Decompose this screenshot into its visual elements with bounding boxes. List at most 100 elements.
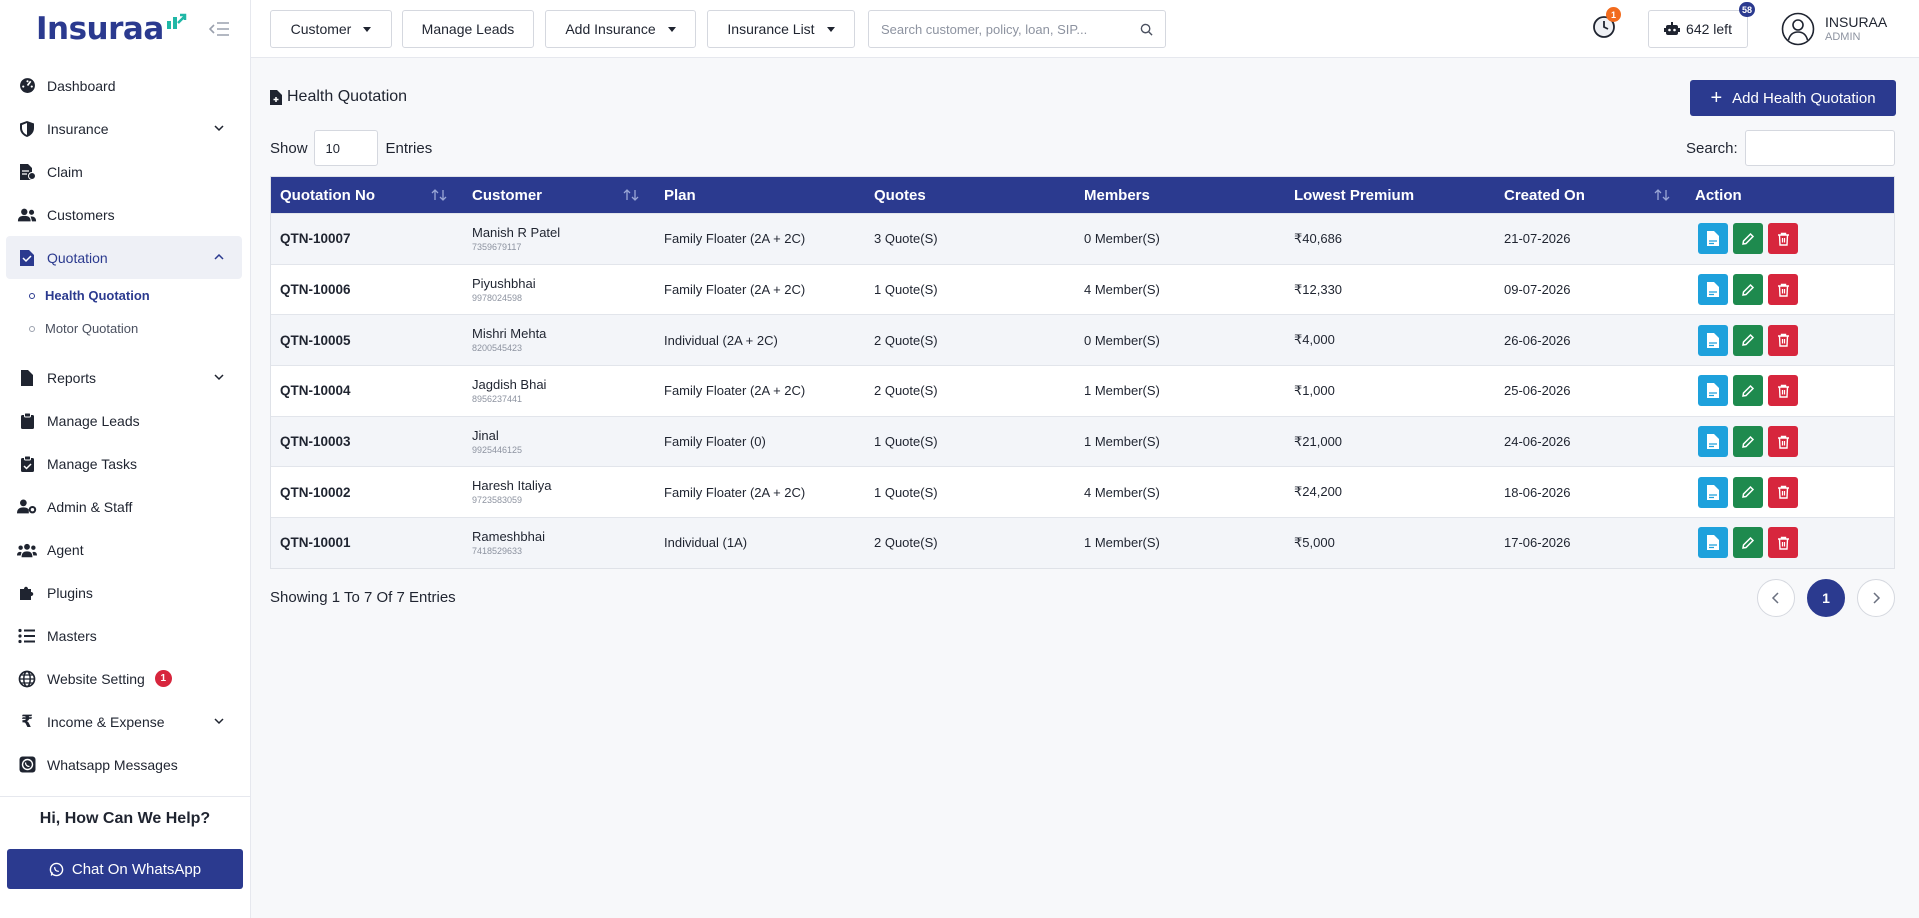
previous-page-button[interactable] bbox=[1757, 579, 1795, 617]
customer-cell: Piyushbhai 9978024598 bbox=[463, 276, 655, 304]
quotation-no[interactable]: QTN-10003 bbox=[271, 434, 463, 449]
view-pdf-button[interactable] bbox=[1698, 274, 1728, 306]
sidebar-item-manage-leads[interactable]: Manage Leads bbox=[0, 399, 250, 442]
view-pdf-button[interactable] bbox=[1698, 476, 1728, 508]
column-header-created-on[interactable]: Created On bbox=[1495, 177, 1686, 213]
sidebar-item-income-expense[interactable]: ₹ Income & Expense bbox=[0, 700, 250, 743]
created-on-cell: 09-07-2026 bbox=[1504, 282, 1571, 298]
sidebar-item-label: Claim bbox=[47, 163, 83, 180]
sidebar-item-whatsapp-messages[interactable]: Whatsapp Messages bbox=[0, 743, 250, 786]
quotation-no[interactable]: QTN-10007 bbox=[271, 231, 463, 246]
pencil-icon bbox=[1741, 333, 1755, 347]
sidebar-item-label: Whatsapp Messages bbox=[47, 756, 178, 773]
collapse-sidebar-icon[interactable] bbox=[208, 19, 232, 39]
entries-label: Entries bbox=[385, 139, 433, 157]
sidebar-item-label: Admin & Staff bbox=[47, 498, 133, 515]
delete-button[interactable] bbox=[1768, 426, 1798, 458]
delete-button[interactable] bbox=[1768, 274, 1798, 306]
sidebar-item-website-setting[interactable]: Website Setting 1 bbox=[0, 657, 250, 700]
edit-button[interactable] bbox=[1733, 527, 1763, 559]
plan-cell: Family Floater (2A + 2C) bbox=[664, 484, 806, 500]
user-role: ADMIN bbox=[1825, 31, 1861, 43]
entries-value: 10 bbox=[325, 140, 340, 156]
action-cell bbox=[1686, 223, 1886, 255]
page-button[interactable]: 1 bbox=[1807, 579, 1845, 617]
members-cell: 1 Member(S) bbox=[1084, 535, 1160, 551]
sidebar-item-admin-staff[interactable]: Admin & Staff bbox=[0, 485, 250, 528]
table-search-input[interactable] bbox=[1744, 130, 1895, 166]
pdf-file-icon bbox=[1706, 282, 1720, 298]
column-header-members: Members bbox=[1075, 177, 1285, 213]
file-medical-icon bbox=[270, 89, 282, 105]
view-pdf-button[interactable] bbox=[1698, 324, 1728, 356]
sidebar-item-quotation[interactable]: Quotation bbox=[6, 236, 242, 279]
quotation-no[interactable]: QTN-10005 bbox=[271, 333, 463, 348]
search-icon bbox=[1140, 23, 1153, 36]
edit-button[interactable] bbox=[1733, 375, 1763, 407]
quotation-no[interactable]: QTN-10002 bbox=[271, 485, 463, 500]
column-header-label: Quotes bbox=[874, 186, 926, 204]
credits-button[interactable]: 642 left 58 bbox=[1648, 2, 1756, 48]
quotation-no[interactable]: QTN-10004 bbox=[271, 383, 463, 398]
column-header-label: Lowest Premium bbox=[1294, 186, 1415, 204]
insurance-list-dropdown[interactable]: Insurance List bbox=[707, 10, 855, 48]
help-title: Hi, How Can We Help? bbox=[39, 810, 211, 827]
plan-cell: Family Floater (2A + 2C) bbox=[664, 282, 806, 298]
shield-icon bbox=[17, 119, 37, 139]
delete-button[interactable] bbox=[1768, 223, 1798, 255]
quotation-no[interactable]: QTN-10001 bbox=[271, 535, 463, 550]
edit-button[interactable] bbox=[1733, 476, 1763, 508]
delete-button[interactable] bbox=[1768, 476, 1798, 508]
sidebar-item-dashboard[interactable]: Dashboard bbox=[0, 64, 250, 107]
premium-cell: ₹24,200 bbox=[1294, 484, 1343, 500]
user-menu[interactable]: INSURAA ADMIN bbox=[1781, 10, 1887, 48]
quotes-cell: 2 Quote(S) bbox=[874, 332, 938, 348]
view-pdf-button[interactable] bbox=[1698, 223, 1728, 255]
table-info: Showing 1 To 7 Of 7 Entries bbox=[270, 589, 456, 606]
add-insurance-dropdown[interactable]: Add Insurance bbox=[545, 10, 696, 48]
delete-button[interactable] bbox=[1768, 324, 1798, 356]
top-bar: Customer Manage Leads Add Insurance Insu… bbox=[251, 0, 1919, 58]
sidebar-item-claim[interactable]: Claim bbox=[0, 150, 250, 193]
customer-dropdown[interactable]: Customer bbox=[270, 10, 392, 48]
edit-button[interactable] bbox=[1733, 274, 1763, 306]
global-search-input[interactable]: Search customer, policy, loan, SIP... bbox=[868, 10, 1166, 48]
delete-button[interactable] bbox=[1768, 527, 1798, 559]
sidebar-item-agent[interactable]: Agent bbox=[0, 528, 250, 571]
sidebar-subitem-health-quotation[interactable]: Health Quotation bbox=[0, 279, 250, 312]
reminders-button[interactable]: 1 bbox=[1591, 7, 1621, 42]
sidebar-subitem-motor-quotation[interactable]: Motor Quotation bbox=[0, 312, 250, 345]
brand-logo[interactable]: Insuraa bbox=[36, 11, 187, 47]
search-placeholder: Search customer, policy, loan, SIP... bbox=[881, 21, 1088, 37]
column-header-quotes: Quotes bbox=[865, 177, 1075, 213]
sidebar-item-insurance[interactable]: Insurance bbox=[0, 107, 250, 150]
plan-cell: Family Floater (0) bbox=[664, 434, 766, 450]
chat-on-whatsapp-button[interactable]: Chat On WhatsApp bbox=[7, 849, 243, 889]
next-page-button[interactable] bbox=[1857, 579, 1895, 617]
quotation-no[interactable]: QTN-10006 bbox=[271, 282, 463, 297]
members-cell: 4 Member(S) bbox=[1084, 484, 1160, 500]
view-pdf-button[interactable] bbox=[1698, 375, 1728, 407]
sidebar-item-manage-tasks[interactable]: Manage Tasks bbox=[0, 442, 250, 485]
delete-button[interactable] bbox=[1768, 375, 1798, 407]
manage-leads-button[interactable]: Manage Leads bbox=[402, 10, 534, 48]
view-pdf-button[interactable] bbox=[1698, 426, 1728, 458]
entries-select[interactable]: 10 bbox=[313, 130, 378, 166]
view-pdf-button[interactable] bbox=[1698, 527, 1728, 559]
column-header-quotation-no[interactable]: Quotation No bbox=[271, 177, 463, 213]
edit-button[interactable] bbox=[1733, 324, 1763, 356]
chevron-left-icon bbox=[1771, 592, 1779, 604]
customer-phone: 7359679117 bbox=[472, 241, 522, 252]
sidebar-item-plugins[interactable]: Plugins bbox=[0, 571, 250, 614]
trash-icon bbox=[1777, 435, 1790, 449]
edit-button[interactable] bbox=[1733, 223, 1763, 255]
column-header-customer[interactable]: Customer bbox=[463, 177, 655, 213]
manage-leads-label: Manage Leads bbox=[421, 21, 515, 37]
sidebar-item-reports[interactable]: Reports bbox=[0, 356, 250, 399]
sidebar-item-label: Customers bbox=[47, 206, 115, 223]
add-health-quotation-button[interactable]: + Add Health Quotation bbox=[1690, 80, 1896, 116]
pencil-icon bbox=[1741, 435, 1755, 449]
sidebar-item-customers[interactable]: Customers bbox=[0, 193, 250, 236]
edit-button[interactable] bbox=[1733, 426, 1763, 458]
sidebar-item-masters[interactable]: Masters bbox=[0, 614, 250, 657]
